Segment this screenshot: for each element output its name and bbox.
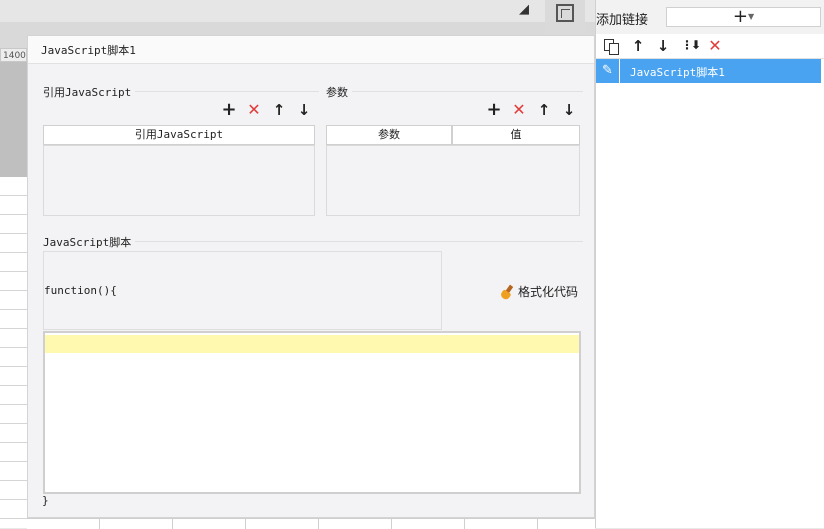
paint-format-icon[interactable]: ◢: [519, 2, 535, 18]
link-panel-toolbar: ↑ ↓ ⋮⬇ ✕: [596, 34, 824, 59]
delete-import-button[interactable]: ✕: [246, 102, 262, 118]
function-header-text: function(){: [44, 284, 117, 297]
dialog-title: JavaScript脚本1: [41, 44, 136, 57]
reorder-link-button[interactable]: ⋮⬇: [681, 38, 701, 52]
sheet-column-grid: [27, 518, 595, 529]
move-param-down-button[interactable]: ↓: [561, 102, 577, 118]
import-table-header[interactable]: 引用JavaScript: [43, 125, 315, 145]
top-toolbar: [0, 0, 595, 22]
sheet-gray-band: [0, 62, 27, 177]
import-table-body[interactable]: [43, 145, 315, 216]
freeze-panes-icon[interactable]: [556, 4, 574, 22]
dropdown-caret-icon: ▼: [747, 12, 755, 21]
script-section-label: JavaScript脚本: [43, 234, 136, 250]
link-item-label: JavaScript脚本1: [630, 66, 725, 79]
reorder-icon: ⋮⬇: [681, 38, 701, 52]
dialog-header: JavaScript脚本1: [28, 36, 594, 64]
script-editor[interactable]: [43, 331, 581, 494]
add-link-button[interactable]: +▼: [666, 7, 821, 27]
sheet-row-grid: [0, 177, 27, 528]
params-section-divider: [326, 91, 583, 92]
move-param-up-button[interactable]: ↑: [536, 102, 552, 118]
add-import-button[interactable]: +: [221, 101, 237, 119]
brush-icon: [499, 284, 514, 301]
delete-link-button[interactable]: ✕: [707, 38, 723, 54]
import-section-label: 引用JavaScript: [43, 84, 136, 100]
param-name-column-header[interactable]: 参数: [326, 125, 452, 145]
plus-icon: +: [732, 6, 748, 27]
delete-param-button[interactable]: ✕: [511, 102, 527, 118]
edit-pencil-icon: ✎: [596, 59, 620, 83]
move-import-down-button[interactable]: ↓: [296, 102, 312, 118]
params-section-label: 参数: [326, 84, 352, 100]
link-panel: 添加链接 +▼ ↑ ↓ ⋮⬇ ✕ ✎ JavaScript脚本1: [595, 0, 824, 528]
javascript-dialog: JavaScript脚本1 引用JavaScript + ✕ ↑ ↓ 引用Jav…: [27, 35, 595, 518]
copy-icon: [604, 39, 619, 55]
format-code-label: 格式化代码: [518, 285, 579, 299]
column-ruler: 1400: [0, 48, 27, 62]
link-panel-header: 添加链接 +▼: [596, 0, 824, 34]
move-link-down-button[interactable]: ↓: [655, 38, 671, 54]
move-link-up-button[interactable]: ↑: [630, 38, 646, 54]
params-table-body[interactable]: [326, 145, 580, 216]
format-code-button[interactable]: 格式化代码: [499, 283, 579, 301]
add-param-button[interactable]: +: [486, 101, 502, 119]
function-closing-brace: }: [42, 494, 49, 507]
copy-link-button[interactable]: [604, 39, 619, 55]
add-link-label: 添加链接: [596, 13, 649, 28]
link-list-item[interactable]: ✎ JavaScript脚本1: [596, 59, 821, 83]
param-value-column-header[interactable]: 值: [452, 125, 580, 145]
editor-active-line[interactable]: [45, 335, 579, 353]
move-import-up-button[interactable]: ↑: [271, 102, 287, 118]
